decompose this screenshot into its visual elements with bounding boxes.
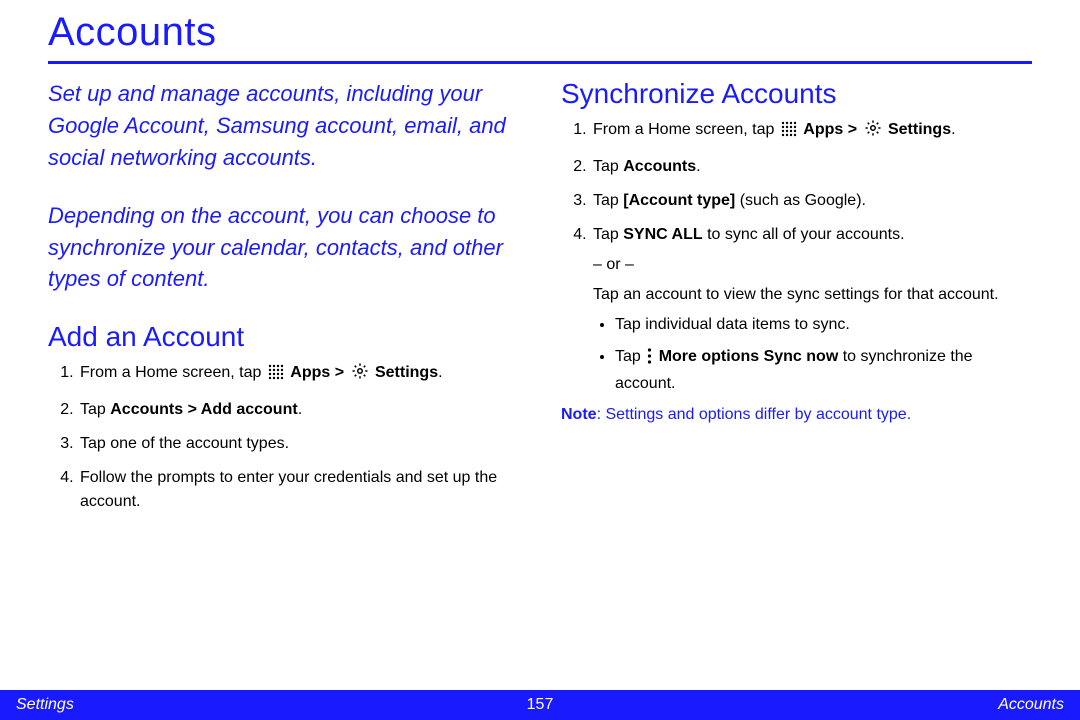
add-steps: From a Home screen, tap Apps > Settings.… xyxy=(48,361,519,514)
title-rule xyxy=(48,61,1032,64)
add-step-4: Follow the prompts to enter your credent… xyxy=(78,466,519,514)
text: Tap xyxy=(593,226,623,243)
apps-grid-icon xyxy=(268,364,284,388)
text: (such as Google). xyxy=(735,192,866,209)
column-right: Synchronize Accounts From a Home screen,… xyxy=(561,78,1032,524)
apps-label: Apps > xyxy=(803,121,861,138)
heading-sync-accounts: Synchronize Accounts xyxy=(561,78,1032,110)
text: Tap xyxy=(593,192,623,209)
add-step-1: From a Home screen, tap Apps > Settings. xyxy=(78,361,519,388)
text-bold: [Account type] xyxy=(623,192,735,209)
text-bold: SYNC ALL xyxy=(623,226,702,243)
settings-label: Settings xyxy=(888,121,951,138)
sync-alt-text: Tap an account to view the sync settings… xyxy=(593,283,1032,307)
column-left: Set up and manage accounts, including yo… xyxy=(48,78,519,524)
heading-add-account: Add an Account xyxy=(48,321,519,353)
sync-step-4: Tap SYNC ALL to sync all of your account… xyxy=(591,223,1032,396)
page-title: Accounts xyxy=(48,10,1032,55)
text: . xyxy=(696,158,700,175)
settings-gear-icon xyxy=(351,362,369,388)
intro-block: Set up and manage accounts, including yo… xyxy=(48,78,519,295)
apps-grid-icon xyxy=(781,121,797,145)
text: Tap xyxy=(593,158,623,175)
intro-p2: Depending on the account, you can choose… xyxy=(48,200,519,296)
intro-p1: Set up and manage accounts, including yo… xyxy=(48,78,519,174)
sync-step-3: Tap [Account type] (such as Google). xyxy=(591,189,1032,213)
footer-bar: Settings 157 Accounts xyxy=(0,690,1080,720)
sync-step-1: From a Home screen, tap Apps > Settings. xyxy=(591,118,1032,145)
note-label: Note xyxy=(561,406,597,423)
text-bold: More options Sync now xyxy=(659,348,839,365)
or-text: – or – xyxy=(593,253,1032,277)
columns: Set up and manage accounts, including yo… xyxy=(48,78,1032,524)
text: . xyxy=(298,401,302,418)
manual-page: Accounts Set up and manage accounts, inc… xyxy=(0,0,1080,720)
text: From a Home screen, tap xyxy=(593,121,779,138)
note-text: : Settings and options differ by account… xyxy=(597,406,912,423)
text-bold: Accounts xyxy=(623,158,696,175)
text: to sync all of your accounts. xyxy=(703,226,905,243)
text: . xyxy=(438,364,442,381)
settings-gear-icon xyxy=(864,119,882,145)
add-step-2: Tap Accounts > Add account. xyxy=(78,398,519,422)
text-bold: Accounts > Add account xyxy=(110,401,297,418)
footer-page-number: 157 xyxy=(527,696,554,714)
note: Note: Settings and options differ by acc… xyxy=(561,406,1032,424)
settings-label: Settings xyxy=(375,364,438,381)
apps-label: Apps > xyxy=(290,364,348,381)
sync-step-2: Tap Accounts. xyxy=(591,155,1032,179)
sync-bullet-2: Tap More options Sync now to synchronize… xyxy=(615,345,1032,396)
text: Tap xyxy=(615,348,645,365)
more-options-icon xyxy=(647,348,652,372)
sync-steps: From a Home screen, tap Apps > Settings.… xyxy=(561,118,1032,396)
text: Tap xyxy=(80,401,110,418)
text: . xyxy=(951,121,955,138)
sync-bullet-1: Tap individual data items to sync. xyxy=(615,313,1032,337)
sync-bullets: Tap individual data items to sync. Tap M… xyxy=(593,313,1032,396)
footer-left: Settings xyxy=(16,696,74,714)
text: From a Home screen, tap xyxy=(80,364,266,381)
footer-right: Accounts xyxy=(998,696,1064,714)
add-step-3: Tap one of the account types. xyxy=(78,432,519,456)
